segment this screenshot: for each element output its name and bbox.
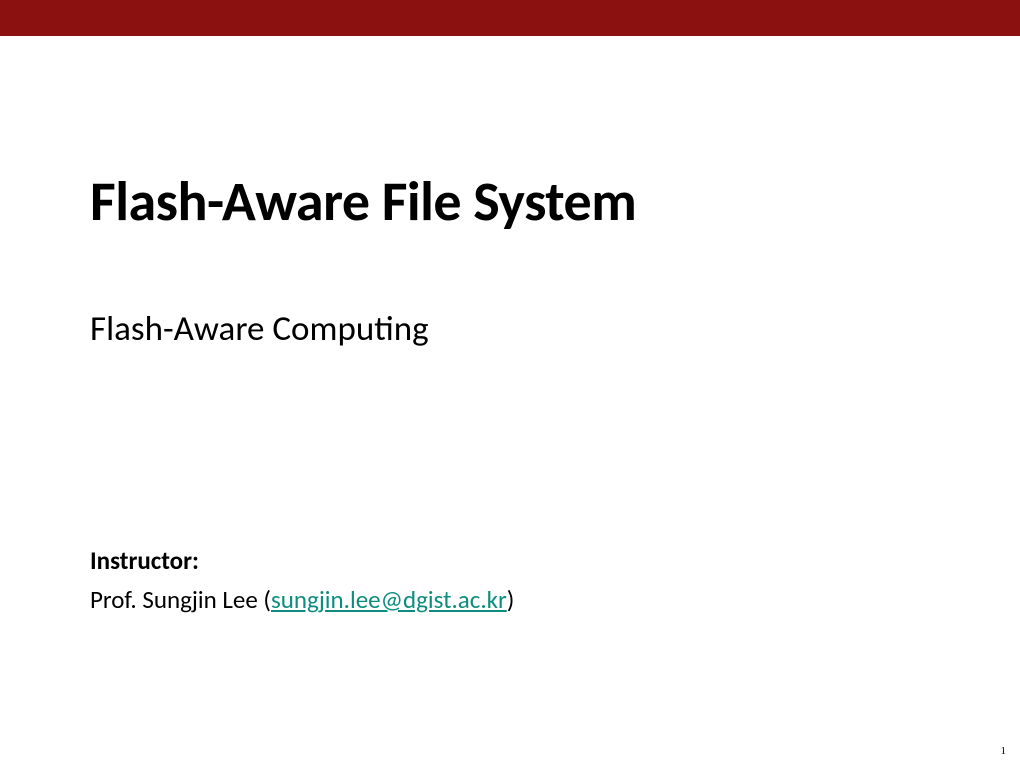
slide-subtitle: Flash-Aware Computing bbox=[90, 308, 930, 350]
page-number: 1 bbox=[1001, 745, 1007, 757]
instructor-name-suffix: ) bbox=[507, 584, 515, 615]
header-accent-bar bbox=[0, 0, 1020, 36]
slide-content: Flash-Aware File System Flash-Aware Comp… bbox=[0, 168, 1020, 615]
instructor-line: Prof. Sungjin Lee (sungjin.lee@dgist.ac.… bbox=[90, 584, 930, 615]
instructor-name-prefix: Prof. Sungjin Lee ( bbox=[90, 584, 271, 615]
slide-title: Flash-Aware File System bbox=[90, 168, 930, 236]
instructor-label: Instructor: bbox=[90, 545, 930, 576]
instructor-email-link[interactable]: sungjin.lee@dgist.ac.kr bbox=[271, 584, 507, 615]
instructor-block: Instructor: Prof. Sungjin Lee (sungjin.l… bbox=[90, 545, 930, 615]
